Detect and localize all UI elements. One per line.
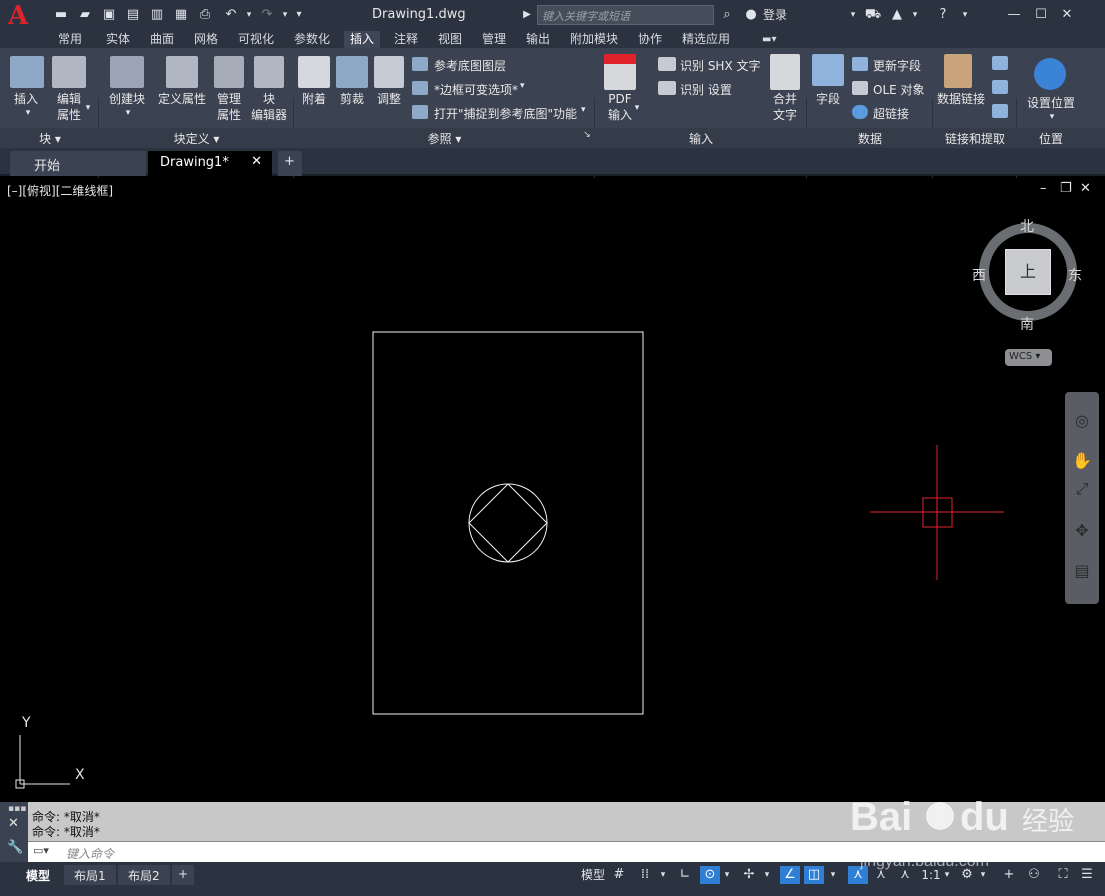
ucs-y-label: Y [22, 715, 31, 731]
showmotion-icon[interactable]: ▤ [1071, 560, 1093, 582]
snap-icon[interactable]: ⁞⁞ [636, 866, 654, 884]
wcs-menu[interactable]: WCS ▾ [1005, 349, 1052, 366]
isometric-icon[interactable]: ✢ [740, 866, 758, 884]
model-space-button[interactable]: 模型 [580, 866, 606, 884]
command-history-line: 命令: *取消* [32, 825, 100, 839]
compass-west[interactable]: 西 [972, 265, 986, 285]
close-command-icon[interactable]: ✕ [8, 816, 19, 831]
tab-model[interactable]: 模型 [16, 865, 61, 885]
command-line-grip[interactable]: ▪▪▪ ✕ 🔧 [0, 802, 28, 862]
command-placeholder: 键入命令 [66, 847, 115, 861]
grip-icon[interactable]: ▪▪▪ [8, 804, 26, 814]
orbit-icon[interactable]: ✥ [1071, 520, 1093, 542]
pan-icon[interactable]: ✋ [1071, 450, 1093, 472]
rectangle-shape[interactable] [372, 331, 644, 715]
tab-layout2[interactable]: 布局2 [118, 865, 170, 885]
baidu-watermark-logo: Bai du 经验 jingyan.baidu.com [850, 795, 1074, 870]
compass-east[interactable]: 东 [1068, 265, 1082, 285]
customize-wrench-icon[interactable]: 🔧 [7, 840, 23, 855]
svg-text:经验: 经验 [1022, 807, 1074, 837]
snap-dropdown-icon[interactable]: ▾ [658, 866, 668, 884]
viewcube-top-face[interactable]: 上 [1005, 249, 1051, 295]
svg-text:du: du [960, 795, 1009, 839]
navigation-bar: ◎ ✋ ⤢ ✥ ▤ [1065, 392, 1099, 604]
viewcube[interactable]: 上 北 南 东 西 [972, 219, 1082, 333]
drawing-geometry [15, 331, 1004, 789]
svg-text:jingyan.baidu.com: jingyan.baidu.com [859, 853, 989, 870]
circle-shape[interactable] [468, 483, 548, 563]
svg-text:Bai: Bai [850, 795, 912, 839]
command-prompt-icon[interactable]: ▭▾ [33, 844, 49, 857]
object-snap-dropdown-icon[interactable]: ▾ [828, 866, 838, 884]
object-snap-icon[interactable]: ◫ [804, 866, 824, 884]
polar-dropdown-icon[interactable]: ▾ [722, 866, 732, 884]
polar-icon[interactable]: ⊙ [700, 866, 720, 884]
crosshair-cursor [870, 445, 1004, 580]
isometric-dropdown-icon[interactable]: ▾ [762, 866, 772, 884]
ortho-icon[interactable]: ∟ [676, 866, 694, 884]
ucs-icon [15, 735, 70, 789]
add-layout-button[interactable]: + [172, 865, 195, 885]
compass-south[interactable]: 南 [1020, 314, 1034, 334]
object-snap-tracking-icon[interactable]: ∠ [780, 866, 800, 884]
steering-wheel-icon[interactable]: ◎ [1071, 410, 1093, 432]
zoom-extents-icon[interactable]: ⤢ [1071, 478, 1093, 500]
ucs-x-label: X [75, 767, 85, 783]
tab-layout1[interactable]: 布局1 [64, 865, 116, 885]
compass-north[interactable]: 北 [1020, 216, 1034, 236]
grid-icon[interactable]: # [610, 866, 628, 884]
